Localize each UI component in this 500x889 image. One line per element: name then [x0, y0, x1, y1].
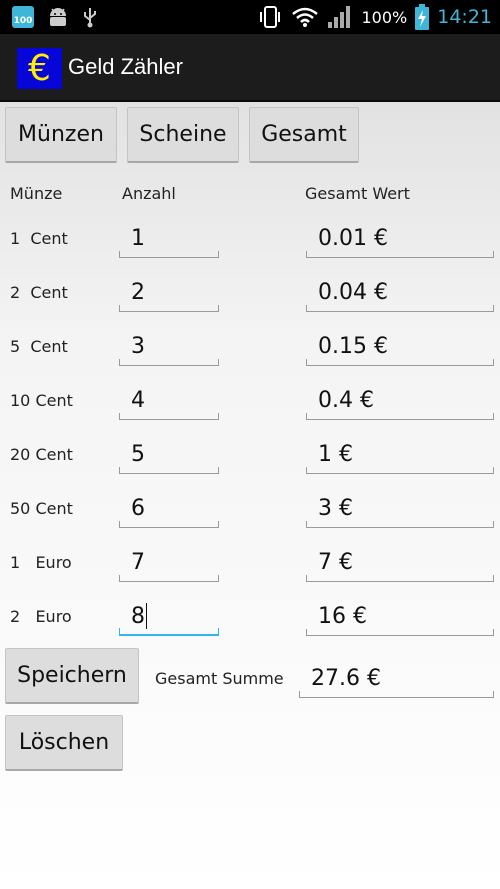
- euro-icon: €: [17, 48, 62, 89]
- tab-label: Scheine: [139, 122, 227, 147]
- count-input[interactable]: 5: [119, 434, 219, 474]
- value-text: 0.15 €: [318, 333, 388, 359]
- android-debug-icon: [50, 8, 66, 26]
- value-field: 0.4 €: [306, 380, 494, 420]
- header-gesamt-wert: Gesamt Wert: [305, 184, 410, 203]
- count-value: 5: [131, 441, 145, 467]
- save-button[interactable]: Speichern: [5, 648, 139, 704]
- text-cursor: [146, 603, 147, 629]
- value-field: 7 €: [306, 542, 494, 582]
- value-text: 0.04 €: [318, 279, 388, 305]
- sum-label: Gesamt Summe: [155, 669, 284, 688]
- coin-label: 2 Euro: [10, 607, 72, 626]
- save-button-label: Speichern: [17, 663, 127, 688]
- action-bar: € Geld Zähler: [0, 34, 500, 102]
- value-field: 16 €: [306, 596, 494, 636]
- wifi-icon: [292, 7, 319, 27]
- coin-label: 50 Cent: [10, 499, 73, 518]
- count-value: 1: [131, 225, 145, 251]
- coin-label: 1 Euro: [10, 553, 72, 572]
- count-input[interactable]: 1: [119, 218, 219, 258]
- header-anzahl: Anzahl: [122, 184, 176, 203]
- sum-value: 27.6 €: [311, 665, 381, 691]
- tab-muenzen[interactable]: Münzen: [5, 107, 117, 163]
- main-content: Münzen Scheine Gesamt Münze Anzahl Gesam…: [0, 102, 500, 889]
- coin-label: 5 Cent: [10, 337, 68, 356]
- count-input[interactable]: 7: [119, 542, 219, 582]
- value-field: 0.15 €: [306, 326, 494, 366]
- app-title: Geld Zähler: [68, 54, 183, 79]
- value-field: 3 €: [306, 488, 494, 528]
- value-text: 0.4 €: [318, 387, 374, 413]
- status-bar: 100 100% 14:21: [0, 0, 500, 34]
- battery-percent: 100%: [361, 7, 408, 27]
- vibrate-icon: [260, 6, 281, 28]
- battery-notification-icon: 100: [12, 6, 34, 28]
- count-value: 7: [131, 549, 145, 575]
- count-input[interactable]: 8: [119, 596, 219, 636]
- count-value: 8: [131, 603, 145, 629]
- usb-icon: [84, 8, 96, 28]
- tab-label: Gesamt: [261, 122, 347, 147]
- coin-label: 2 Cent: [10, 283, 68, 302]
- battery-badge-text: 100: [13, 16, 33, 26]
- count-value: 6: [131, 495, 145, 521]
- battery-charging-icon: [415, 4, 430, 30]
- count-input[interactable]: 2: [119, 272, 219, 312]
- value-field: 0.01 €: [306, 218, 494, 258]
- value-field: 1 €: [306, 434, 494, 474]
- count-value: 3: [131, 333, 145, 359]
- tab-label: Münzen: [18, 122, 104, 147]
- tab-gesamt[interactable]: Gesamt: [249, 107, 359, 163]
- value-text: 16 €: [318, 603, 367, 629]
- status-clock: 14:21: [437, 6, 492, 28]
- value-text: 3 €: [318, 495, 353, 521]
- count-input[interactable]: 4: [119, 380, 219, 420]
- sum-field: 27.6 €: [299, 658, 494, 698]
- coin-label: 20 Cent: [10, 445, 73, 464]
- clear-button-label: Löschen: [18, 730, 110, 755]
- coin-label: 10 Cent: [10, 391, 73, 410]
- count-input[interactable]: 3: [119, 326, 219, 366]
- count-value: 2: [131, 279, 145, 305]
- signal-icon: [328, 6, 351, 28]
- tab-scheine[interactable]: Scheine: [127, 107, 239, 163]
- value-text: 0.01 €: [318, 225, 388, 251]
- clear-button[interactable]: Löschen: [5, 715, 123, 771]
- value-field: 0.04 €: [306, 272, 494, 312]
- value-text: 7 €: [318, 549, 353, 575]
- header-muenze: Münze: [10, 184, 63, 203]
- count-value: 4: [131, 387, 145, 413]
- value-text: 1 €: [318, 441, 353, 467]
- count-input[interactable]: 6: [119, 488, 219, 528]
- coin-label: 1 Cent: [10, 229, 68, 248]
